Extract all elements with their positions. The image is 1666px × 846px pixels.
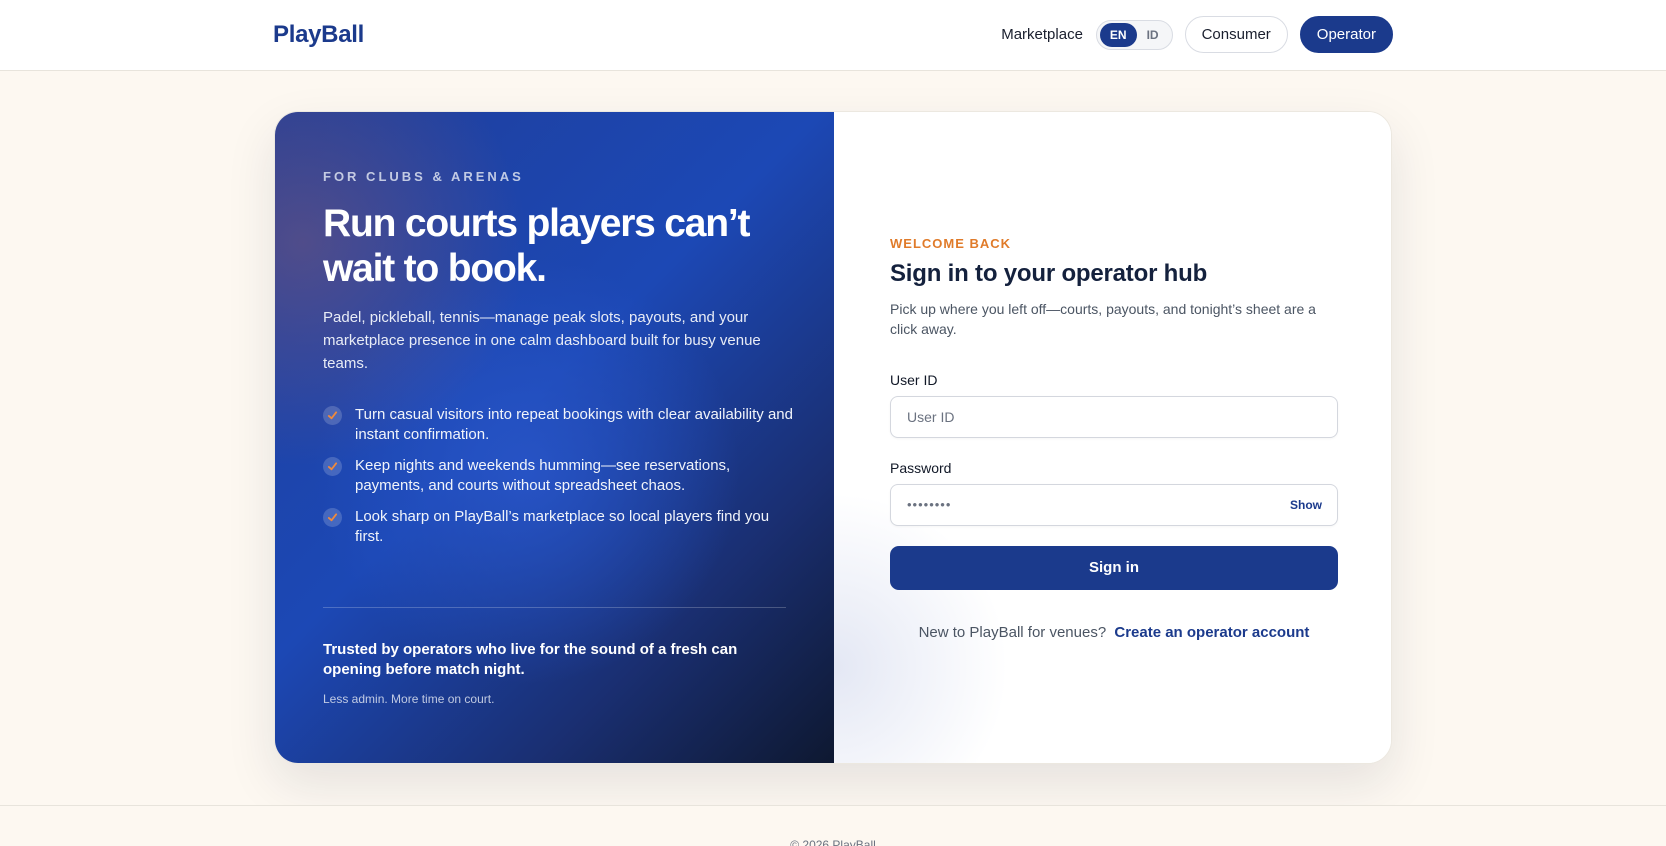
- check-icon: [323, 457, 342, 476]
- show-password-button[interactable]: Show: [1290, 485, 1322, 525]
- user-id-field-wrapper: [890, 396, 1338, 438]
- benefit-list: Turn casual visitors into repeat booking…: [323, 405, 793, 558]
- marketplace-link[interactable]: Marketplace: [1001, 26, 1083, 43]
- hero-subtitle: Padel, pickleball, tennis—manage peak sl…: [323, 309, 761, 372]
- hero-panel: FOR CLUBS & ARENAS Run courts players ca…: [275, 112, 834, 763]
- create-account-link[interactable]: Create an operator account: [1114, 624, 1309, 641]
- form-title: Sign in to your operator hub: [890, 260, 1208, 287]
- signup-prompt: New to PlayBall for venues?: [918, 624, 1107, 641]
- signin-form-panel: WELCOME BACK Sign in to your operator hu…: [834, 112, 1391, 763]
- copyright-text: © 2026 PlayBall: [790, 838, 876, 846]
- password-label: Password: [890, 460, 952, 476]
- user-id-input[interactable]: [891, 397, 1337, 437]
- brand-logo[interactable]: PlayBall: [273, 21, 364, 49]
- password-field[interactable]: •••••••• Show: [890, 484, 1338, 526]
- form-eyebrow: WELCOME BACK: [890, 236, 1012, 251]
- operator-button[interactable]: Operator: [1299, 16, 1393, 53]
- language-toggle[interactable]: EN ID: [1095, 19, 1173, 50]
- consumer-button[interactable]: Consumer: [1184, 16, 1288, 53]
- benefit-item: Keep nights and weekends humming—see res…: [323, 456, 793, 496]
- hero-quote: Trusted by operators who live for the so…: [323, 641, 738, 678]
- user-id-label: User ID: [890, 372, 938, 388]
- benefit-item: Turn casual visitors into repeat booking…: [323, 405, 793, 445]
- benefit-item: Look sharp on PlayBall’s marketplace so …: [323, 507, 793, 547]
- lang-option-en[interactable]: EN: [1099, 22, 1137, 47]
- lang-option-id[interactable]: ID: [1137, 23, 1169, 47]
- page-footer: © 2026 PlayBall: [0, 805, 1666, 846]
- check-icon: [323, 508, 342, 527]
- check-icon: [323, 406, 342, 425]
- benefit-text: Look sharp on PlayBall’s marketplace so …: [355, 508, 770, 545]
- hero-footnote: Less admin. More time on court.: [323, 692, 495, 706]
- signin-card: FOR CLUBS & ARENAS Run courts players ca…: [274, 111, 1392, 764]
- benefit-text: Keep nights and weekends humming—see res…: [355, 457, 731, 494]
- nav-right: Marketplace EN ID Consumer Operator: [1001, 16, 1393, 53]
- sign-in-button[interactable]: Sign in: [890, 546, 1338, 590]
- form-description: Pick up where you left off—courts, payou…: [890, 301, 1316, 337]
- password-masked-value: ••••••••: [907, 497, 952, 512]
- hero-eyebrow: FOR CLUBS & ARENAS: [323, 169, 524, 184]
- top-navigation: PlayBall Marketplace EN ID Consumer Oper…: [0, 0, 1666, 71]
- benefit-text: Turn casual visitors into repeat booking…: [355, 406, 793, 443]
- hero-title: Run courts players can’t wait to book.: [323, 202, 751, 290]
- hero-divider: [323, 607, 786, 608]
- signup-line: New to PlayBall for venues? Create an op…: [890, 624, 1338, 641]
